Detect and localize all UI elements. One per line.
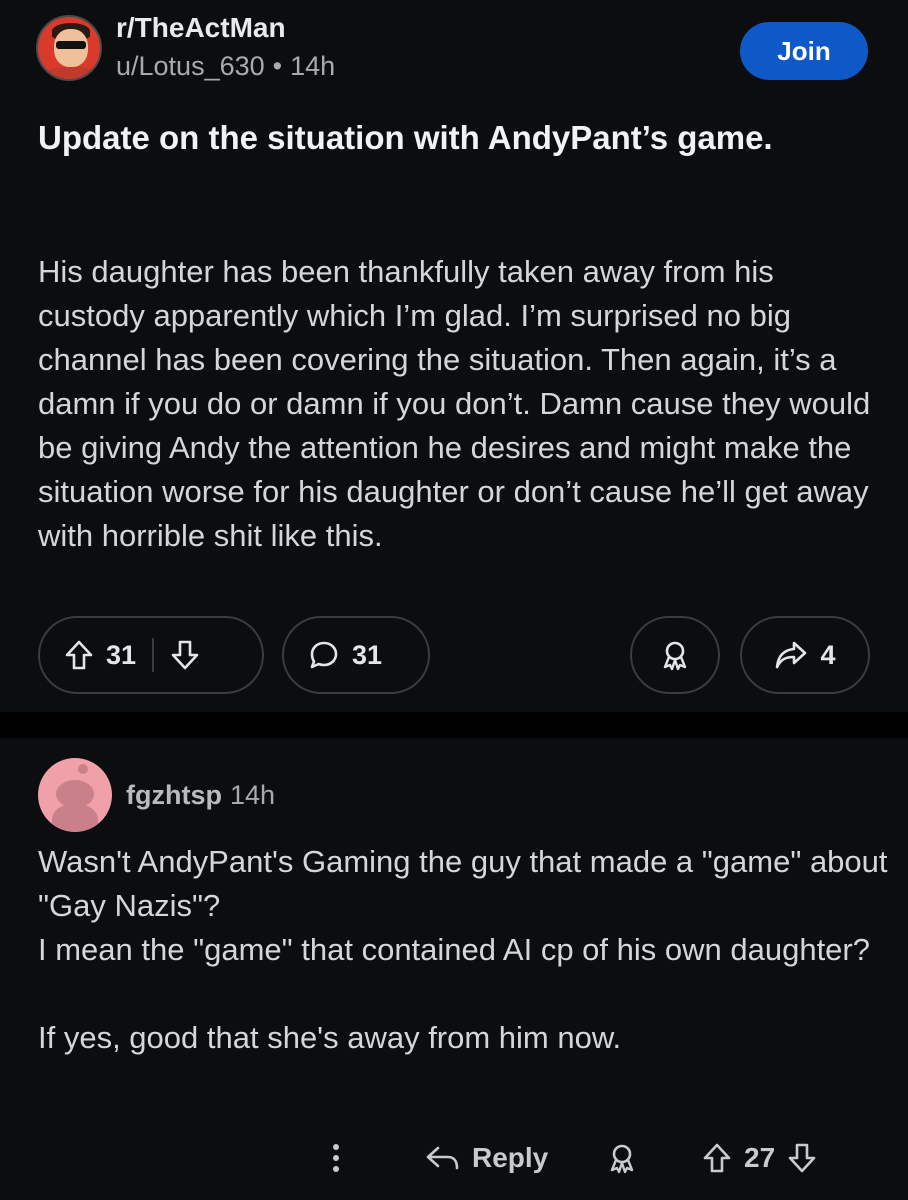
commenter-avatar[interactable] [38,758,112,832]
arrow-up-icon[interactable] [64,639,94,671]
section-divider [0,712,908,738]
comment-count: 31 [352,639,383,670]
share-arrow-icon [774,640,808,670]
comment-username[interactable]: fgzhtsp [126,780,222,811]
comment-award-button[interactable] [606,1128,638,1188]
comment-line: I mean the "game" that contained AI cp o… [38,932,870,967]
post-actions: 31 31 4 [38,616,870,696]
vote-divider [152,638,155,672]
arrow-up-icon[interactable] [702,1142,732,1174]
post-title[interactable]: Update on the situation with AndyPant’s … [38,112,838,164]
comment-upvote-count: 27 [744,1142,776,1173]
share-count: 4 [820,639,836,670]
comment-time: 14h [229,779,276,810]
reply-label: Reply [472,1142,549,1173]
comment-line: Wasn't AndyPant's Gaming the guy that ma… [38,844,888,923]
meta-separator: • [272,51,283,81]
reply-button[interactable]: Reply [424,1128,548,1188]
author-name[interactable]: u/Lotus_630 [116,51,265,81]
post-time: 14h [290,51,336,81]
comment-card: fgzhtsp 14h Wasn't AndyPant's Gaming the… [0,738,908,1200]
reply-arrow-icon [424,1143,460,1173]
vote-control: 31 [38,616,264,694]
more-vertical-icon [330,1141,342,1175]
comment-line: If yes, good that she's away from him no… [38,1020,622,1055]
comment-actions: Reply 27 [0,1128,908,1188]
award-icon [659,639,691,671]
post-meta: u/Lotus_630 • 14h [116,46,335,86]
post-header: r/TheActMan u/Lotus_630 • 14h [36,10,335,86]
comment-header: fgzhtsp 14h [38,758,275,832]
arrow-down-icon[interactable] [787,1142,817,1174]
comments-button[interactable]: 31 [282,616,430,694]
award-icon [606,1142,638,1174]
subreddit-name[interactable]: r/TheActMan [116,10,335,46]
post-card: r/TheActMan u/Lotus_630 • 14h Join Update … [0,0,908,712]
more-options-button[interactable] [330,1128,342,1188]
comment-vote-control: 27 [702,1128,817,1188]
join-button[interactable]: Join [740,22,868,80]
comment-body: Wasn't AndyPant's Gaming the guy that ma… [38,840,888,1060]
comment-bubble-icon [308,639,340,671]
share-button[interactable]: 4 [740,616,870,694]
upvote-count: 31 [106,639,137,670]
subreddit-avatar[interactable] [36,15,102,81]
post-body: His daughter has been thankfully taken a… [38,254,871,553]
arrow-down-icon[interactable] [170,639,200,671]
award-button[interactable] [630,616,720,694]
